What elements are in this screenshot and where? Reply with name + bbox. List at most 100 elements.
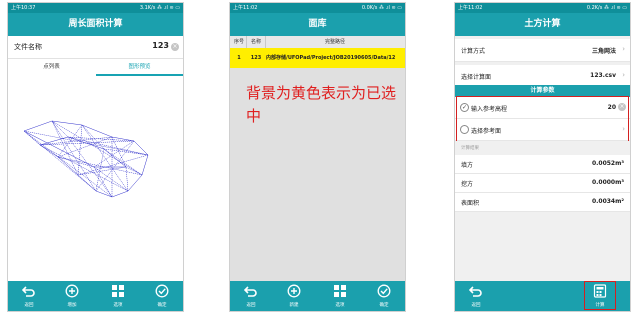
status-bar: 上午11:02 0.0K/s ⁂ .ıl ≋ ▭ [230, 3, 405, 13]
preview-line [51, 120, 79, 176]
page-title: 面库 [230, 13, 405, 36]
preview-line [81, 124, 129, 192]
cell-path: 内部存储/UFOPad/Project/JOB20190605/Data/12 [266, 55, 396, 61]
options-button[interactable]: 选项 [100, 281, 136, 311]
status-time: 上午11:02 [458, 5, 483, 11]
page-title: 周长面积计算 [8, 13, 183, 36]
result-row-cut: 挖方 0.0000m³ [455, 174, 630, 193]
preview-line [111, 190, 129, 198]
cell-index: 1 [237, 55, 241, 61]
preview-line [95, 190, 113, 198]
table-row-selected[interactable]: 1 123 内部存储/UFOPad/Project/JOB20190605/Da… [230, 48, 405, 68]
preview-line [81, 124, 113, 138]
result-caption: 计算结果 [461, 146, 479, 151]
page-title: 土方计算 [455, 13, 630, 36]
cell-name: 123 [250, 55, 262, 61]
phone-screen-earthwork: 上午11:02 0.2K/s ⁂ .ıl ≋ ▭ 土方计算 计算方式 三角网法 … [455, 3, 630, 311]
highlight-box [584, 281, 616, 310]
grid-icon [334, 285, 346, 297]
preview-line [141, 154, 149, 176]
preview-line [57, 124, 83, 158]
preview-line [39, 136, 113, 146]
confirm-label: 确定 [379, 303, 389, 308]
status-bar: 上午11:02 0.2K/s ⁂ .ıl ≋ ▭ [455, 3, 630, 13]
preview-line [77, 154, 149, 176]
cut-label: 挖方 [461, 181, 474, 188]
result-row-surface: 表面积 0.0034m² [455, 193, 630, 212]
chevron-right-icon: › [622, 45, 625, 53]
tab-bar: 点列表 图形预览 [8, 59, 183, 77]
add-circle-icon [65, 284, 79, 298]
file-name-value[interactable]: 123 [152, 41, 169, 50]
confirm-label: 确定 [157, 303, 167, 308]
column-header-index: 序号 [233, 39, 244, 45]
surface-value: 0.0034m² [591, 198, 624, 205]
preview-line [93, 166, 113, 198]
empty-area [455, 212, 630, 281]
check-circle-icon [155, 284, 169, 298]
preview-line [39, 140, 135, 146]
preview-line [39, 144, 59, 158]
tab-point-list[interactable]: 点列表 [8, 59, 95, 76]
status-bar: 上午10:37 3.1K/s ⁂ .ıl ≋ ▭ [8, 3, 183, 13]
back-button[interactable]: 返回 [458, 281, 494, 311]
undo-icon [22, 286, 35, 297]
back-label: 返回 [246, 303, 256, 308]
result-caption-bar: 计算结果 [455, 141, 630, 155]
calculate-button[interactable]: 计算 [582, 281, 618, 311]
status-indicators: 0.2K/s ⁂ .ıl ≋ ▭ [586, 5, 627, 11]
new-button[interactable]: 新建 [276, 281, 312, 311]
add-circle-icon [287, 284, 301, 298]
status-indicators: 0.0K/s ⁂ .ıl ≋ ▭ [361, 5, 402, 11]
fill-value: 0.0052m³ [591, 160, 624, 167]
table-header: 序号 名称 完整路径 [230, 36, 405, 48]
back-button[interactable]: 返回 [233, 281, 269, 311]
calc-method-value: 三角网法 [591, 48, 616, 55]
preview-line [23, 130, 95, 168]
confirm-button[interactable]: 确定 [366, 281, 402, 311]
preview-line [125, 166, 129, 192]
select-face-label: 选择计算面 [461, 74, 492, 81]
preview-line [23, 130, 97, 192]
status-indicators: 3.1K/s ⁂ .ıl ≋ ▭ [139, 5, 180, 11]
confirm-button[interactable]: 确定 [144, 281, 180, 311]
preview-line [51, 120, 69, 138]
file-name-row[interactable]: 文件名称 123 × [8, 36, 183, 59]
new-label: 新建 [289, 303, 299, 308]
options-button[interactable]: 选项 [322, 281, 358, 311]
preview-line [51, 120, 83, 126]
tab-graphic-preview[interactable]: 图形预览 [96, 59, 183, 76]
grid-icon [112, 285, 124, 297]
phone-screen-face-library: 上午11:02 0.0K/s ⁂ .ıl ≋ ▭ 面库 序号 名称 完整路径 1… [230, 3, 405, 311]
highlight-box [456, 96, 629, 142]
status-time: 上午11:02 [233, 5, 258, 11]
select-face-value: 123.csv [590, 72, 616, 79]
column-header-path: 完整路径 [325, 39, 346, 45]
back-button[interactable]: 返回 [11, 281, 47, 311]
cut-value: 0.0000m³ [591, 179, 624, 186]
preview-line [57, 136, 113, 158]
undo-icon [244, 286, 257, 297]
column-divider [265, 36, 266, 48]
add-button[interactable]: 增加 [54, 281, 90, 311]
status-time: 上午10:37 [11, 5, 36, 11]
clear-icon[interactable]: × [171, 43, 179, 51]
preview-line [127, 174, 143, 192]
calc-method-row[interactable]: 计算方式 三角网法 › [455, 39, 630, 62]
bottom-toolbar: 返回 新建 选项 确定 [230, 281, 405, 311]
preview-line [95, 148, 105, 192]
chevron-right-icon: › [622, 71, 625, 79]
surface-label: 表面积 [461, 200, 480, 207]
back-label: 返回 [24, 303, 34, 308]
preview-line [39, 144, 129, 192]
graphic-preview-canvas[interactable] [8, 79, 183, 279]
preview-line [93, 140, 135, 168]
bottom-toolbar: 返回 增加 选项 确定 [8, 281, 183, 311]
options-label: 选项 [335, 303, 345, 308]
preview-polygon-lines [23, 120, 149, 198]
calc-method-label: 计算方式 [461, 48, 486, 55]
file-name-label: 文件名称 [14, 43, 42, 51]
fill-label: 填方 [461, 162, 474, 169]
annotation-text: 背景为黄色表示为已选中 [246, 84, 397, 125]
check-circle-icon [377, 284, 391, 298]
